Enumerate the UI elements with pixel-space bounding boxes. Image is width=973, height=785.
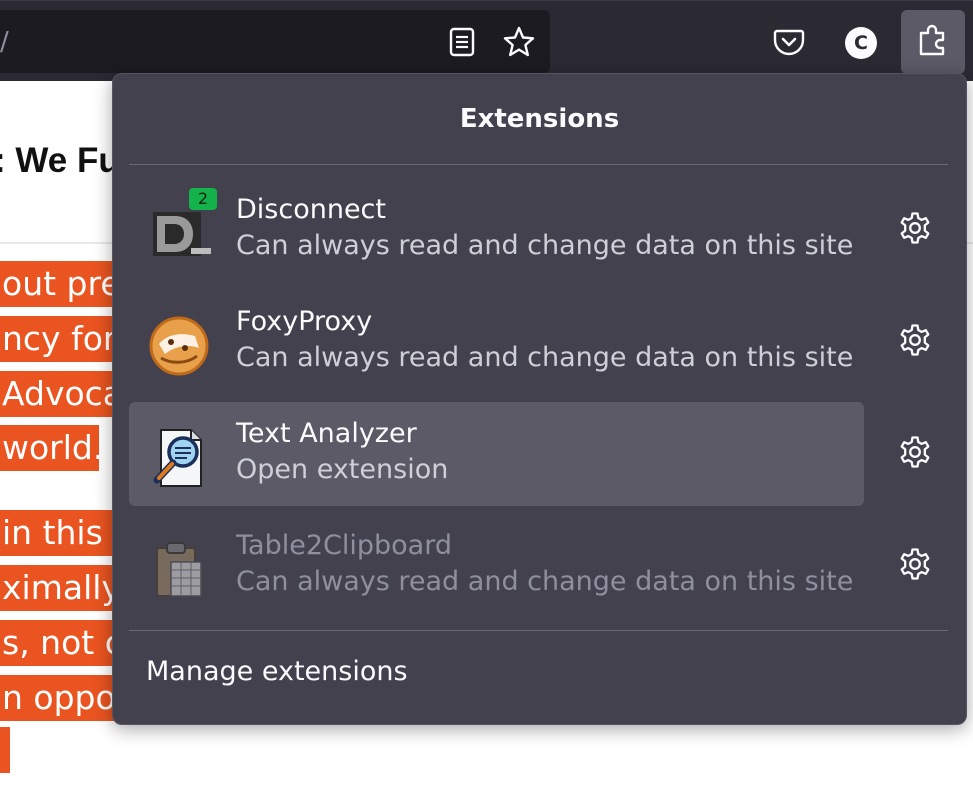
extensions-button[interactable] <box>901 10 965 74</box>
highlighted-text-line: out prev <box>0 261 117 307</box>
bookmark-star-icon[interactable] <box>502 25 536 59</box>
gear-icon <box>898 547 932 585</box>
extension-permission-text: Can always read and change data on this … <box>236 230 854 261</box>
gear-icon <box>898 211 932 249</box>
highlighted-text-line: s, not c <box>0 620 117 666</box>
highlighted-text-line: ximally <box>0 565 117 611</box>
extension-action-text: Open extension <box>236 454 449 485</box>
extension-name: Text Analyzer <box>236 418 417 449</box>
disconnect-logo-icon <box>147 202 211 266</box>
gear-icon <box>898 323 932 361</box>
extension-badge: 2 <box>189 188 217 210</box>
url-text[interactable]: / <box>0 28 9 56</box>
extension-row-table2clipboard[interactable]: Table2Clipboard Can always read and chan… <box>129 514 864 618</box>
text-analyzer-magnifier-icon <box>147 426 211 490</box>
account-initial: C <box>854 32 868 54</box>
extensions-panel: Extensions Disconnect Can always read an… <box>112 73 967 725</box>
panel-divider <box>129 164 948 165</box>
highlighted-text-line: Advocac <box>0 371 117 417</box>
puzzle-piece-icon <box>917 23 949 61</box>
highlighted-text-line: ncy for t <box>0 316 117 362</box>
extension-name: FoxyProxy <box>236 306 373 337</box>
extension-row-foxyproxy[interactable]: FoxyProxy Can always read and change dat… <box>129 290 864 394</box>
highlighted-text-line <box>0 727 10 773</box>
browser-toolbar: / C <box>0 0 973 82</box>
table2clipboard-settings-button[interactable] <box>881 532 949 600</box>
extension-name: Disconnect <box>236 194 386 225</box>
manage-extensions-link[interactable]: Manage extensions <box>146 656 408 688</box>
extension-permission-text: Can always read and change data on this … <box>236 566 854 597</box>
clipboard-table-icon <box>147 538 211 602</box>
disconnect-settings-button[interactable] <box>881 196 949 264</box>
reader-view-icon[interactable] <box>446 25 478 59</box>
text-analyzer-settings-button[interactable] <box>881 420 949 488</box>
account-avatar[interactable]: C <box>845 27 877 59</box>
extension-row-text-analyzer[interactable]: Text Analyzer Open extension <box>129 402 864 506</box>
page-heading: : We Fu <box>0 141 120 180</box>
foxyproxy-settings-button[interactable] <box>881 308 949 376</box>
extension-row-disconnect[interactable]: Disconnect Can always read and change da… <box>129 178 864 282</box>
panel-title: Extensions <box>459 104 620 134</box>
highlighted-text-line: n opport <box>0 675 117 721</box>
highlighted-text-line: in this r <box>0 510 117 556</box>
foxyproxy-logo-icon <box>147 314 211 378</box>
extension-name: Table2Clipboard <box>236 530 452 561</box>
highlighted-text-line: world. <box>0 425 99 471</box>
pocket-icon[interactable] <box>772 25 806 59</box>
gear-icon <box>898 435 932 473</box>
extension-permission-text: Can always read and change data on this … <box>236 342 854 373</box>
panel-divider <box>129 630 948 631</box>
